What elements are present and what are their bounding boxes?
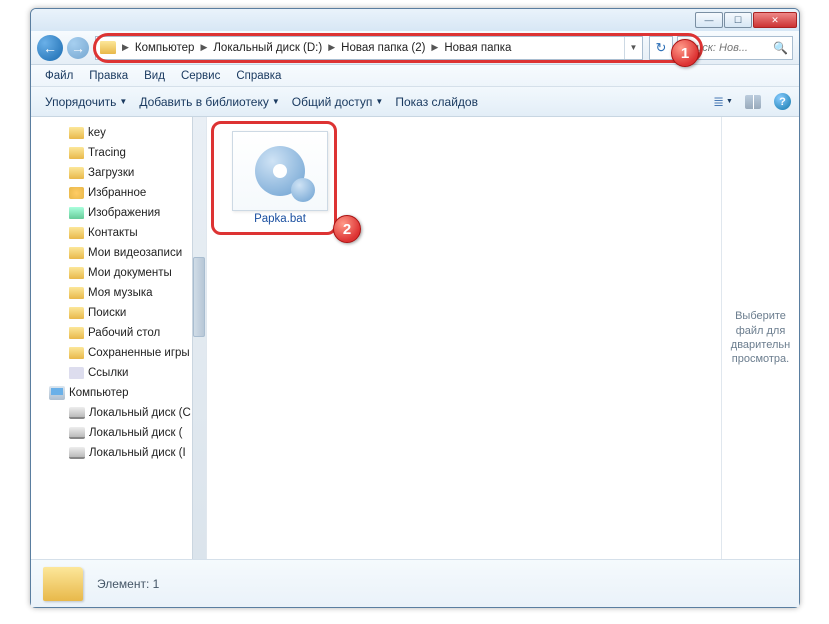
preview-pane-toggle[interactable] (744, 93, 762, 111)
chevron-down-icon: ▼ (272, 97, 280, 106)
status-text: Элемент: 1 (97, 577, 159, 591)
tree-item-computer[interactable]: Компьютер (31, 383, 206, 403)
folder-icon (69, 167, 84, 179)
search-box[interactable]: 🔍 (677, 36, 793, 60)
breadcrumb-segment[interactable]: Новая папка (2) (339, 37, 427, 59)
folder-icon (69, 267, 84, 279)
menu-bar: Файл Правка Вид Сервис Справка (31, 65, 799, 87)
chevron-down-icon: ▼ (119, 97, 127, 106)
folder-icon (69, 247, 84, 259)
breadcrumb-segment[interactable]: Компьютер (133, 37, 197, 59)
tree-item[interactable]: Рабочий стол (31, 323, 206, 343)
tree-item[interactable]: Ссылки (31, 363, 206, 383)
file-name-label: Papka.bat (254, 213, 306, 225)
tree-item[interactable]: Сохраненные игры (31, 343, 206, 363)
computer-icon (49, 386, 65, 400)
batch-file-icon (255, 146, 305, 196)
chevron-right-icon[interactable]: ▶ (196, 42, 211, 53)
search-icon[interactable]: 🔍 (773, 41, 788, 55)
back-button[interactable]: ← (37, 35, 63, 61)
address-dropdown[interactable]: ▼ (624, 37, 642, 59)
navigation-bar: ← → ▶ Компьютер ▶ Локальный диск (D:) ▶ … (31, 31, 799, 65)
scrollbar-thumb[interactable] (193, 257, 205, 337)
tree-item[interactable]: Поиски (31, 303, 206, 323)
tree-item-drive[interactable]: Локальный диск (C (31, 403, 206, 423)
chevron-right-icon[interactable]: ▶ (324, 42, 339, 53)
chevron-down-icon: ▼ (726, 98, 733, 105)
folder-icon (69, 347, 84, 359)
scrollbar-track[interactable] (192, 117, 206, 559)
folder-icon (69, 147, 84, 159)
menu-file[interactable]: Файл (37, 70, 81, 82)
close-button[interactable]: ✕ (753, 12, 797, 28)
chevron-down-icon: ▼ (375, 97, 383, 106)
search-input[interactable] (682, 42, 770, 54)
menu-tools[interactable]: Сервис (173, 70, 228, 82)
help-icon[interactable]: ? (774, 93, 791, 110)
search-folder-icon (69, 307, 84, 319)
menu-view[interactable]: Вид (136, 70, 173, 82)
favorites-icon (69, 187, 84, 199)
slideshow-button[interactable]: Показ слайдов (389, 95, 484, 109)
chevron-right-icon[interactable]: ▶ (427, 42, 442, 53)
menu-edit[interactable]: Правка (81, 70, 136, 82)
file-item[interactable]: Papka.bat (221, 131, 339, 225)
add-to-library-button[interactable]: Добавить в библиотеку▼ (133, 95, 285, 109)
drive-icon (69, 407, 85, 419)
tree-item[interactable]: Избранное (31, 183, 206, 203)
navigation-tree[interactable]: key Tracing Загрузки Избранное Изображен… (31, 117, 207, 559)
minimize-button[interactable]: — (695, 12, 723, 28)
chevron-right-icon[interactable]: ▶ (118, 42, 133, 53)
links-icon (69, 367, 84, 379)
tree-item[interactable]: Моя музыка (31, 283, 206, 303)
breadcrumb-segment[interactable]: Локальный диск (D:) (211, 37, 324, 59)
explorer-window: — ☐ ✕ ← → ▶ Компьютер ▶ Локальный диск (… (30, 8, 800, 608)
status-bar: Элемент: 1 (31, 559, 799, 607)
folder-icon (69, 227, 84, 239)
folder-icon (69, 287, 84, 299)
forward-button[interactable]: → (67, 37, 89, 59)
tree-item[interactable]: Контакты (31, 223, 206, 243)
menu-help[interactable]: Справка (228, 70, 289, 82)
folder-icon (43, 567, 83, 601)
share-button[interactable]: Общий доступ▼ (286, 95, 390, 109)
tree-item[interactable]: Изображения (31, 203, 206, 223)
refresh-button[interactable]: ↻ (649, 36, 673, 60)
tree-item[interactable]: Tracing (31, 143, 206, 163)
breadcrumb-segment[interactable]: Новая папка (442, 37, 513, 59)
file-thumbnail (232, 131, 328, 211)
organize-button[interactable]: Упорядочить▼ (39, 95, 133, 109)
maximize-button[interactable]: ☐ (724, 12, 752, 28)
folder-icon (100, 41, 116, 54)
pictures-icon (69, 207, 84, 219)
view-options-icon[interactable]: ≣▼ (714, 93, 732, 111)
file-list-pane[interactable]: Papka.bat (207, 117, 721, 559)
tree-item[interactable]: Загрузки (31, 163, 206, 183)
tree-item[interactable]: key (31, 123, 206, 143)
body-area: key Tracing Загрузки Избранное Изображен… (31, 117, 799, 559)
tree-item[interactable]: Мои документы (31, 263, 206, 283)
address-bar[interactable]: ▶ Компьютер ▶ Локальный диск (D:) ▶ Нова… (95, 36, 643, 60)
command-bar: Упорядочить▼ Добавить в библиотеку▼ Общи… (31, 87, 799, 117)
drive-icon (69, 427, 85, 439)
preview-pane: Выберите файл для дварительн просмотра. (721, 117, 799, 559)
folder-icon (69, 127, 84, 139)
drive-icon (69, 447, 85, 459)
preview-hint: Выберите файл для дварительн просмотра. (724, 309, 797, 366)
tree-item-drive[interactable]: Локальный диск (I (31, 443, 206, 463)
tree-item[interactable]: Мои видеозаписи (31, 243, 206, 263)
folder-icon (69, 327, 84, 339)
title-bar: — ☐ ✕ (31, 9, 799, 31)
tree-item-drive[interactable]: Локальный диск ( (31, 423, 206, 443)
